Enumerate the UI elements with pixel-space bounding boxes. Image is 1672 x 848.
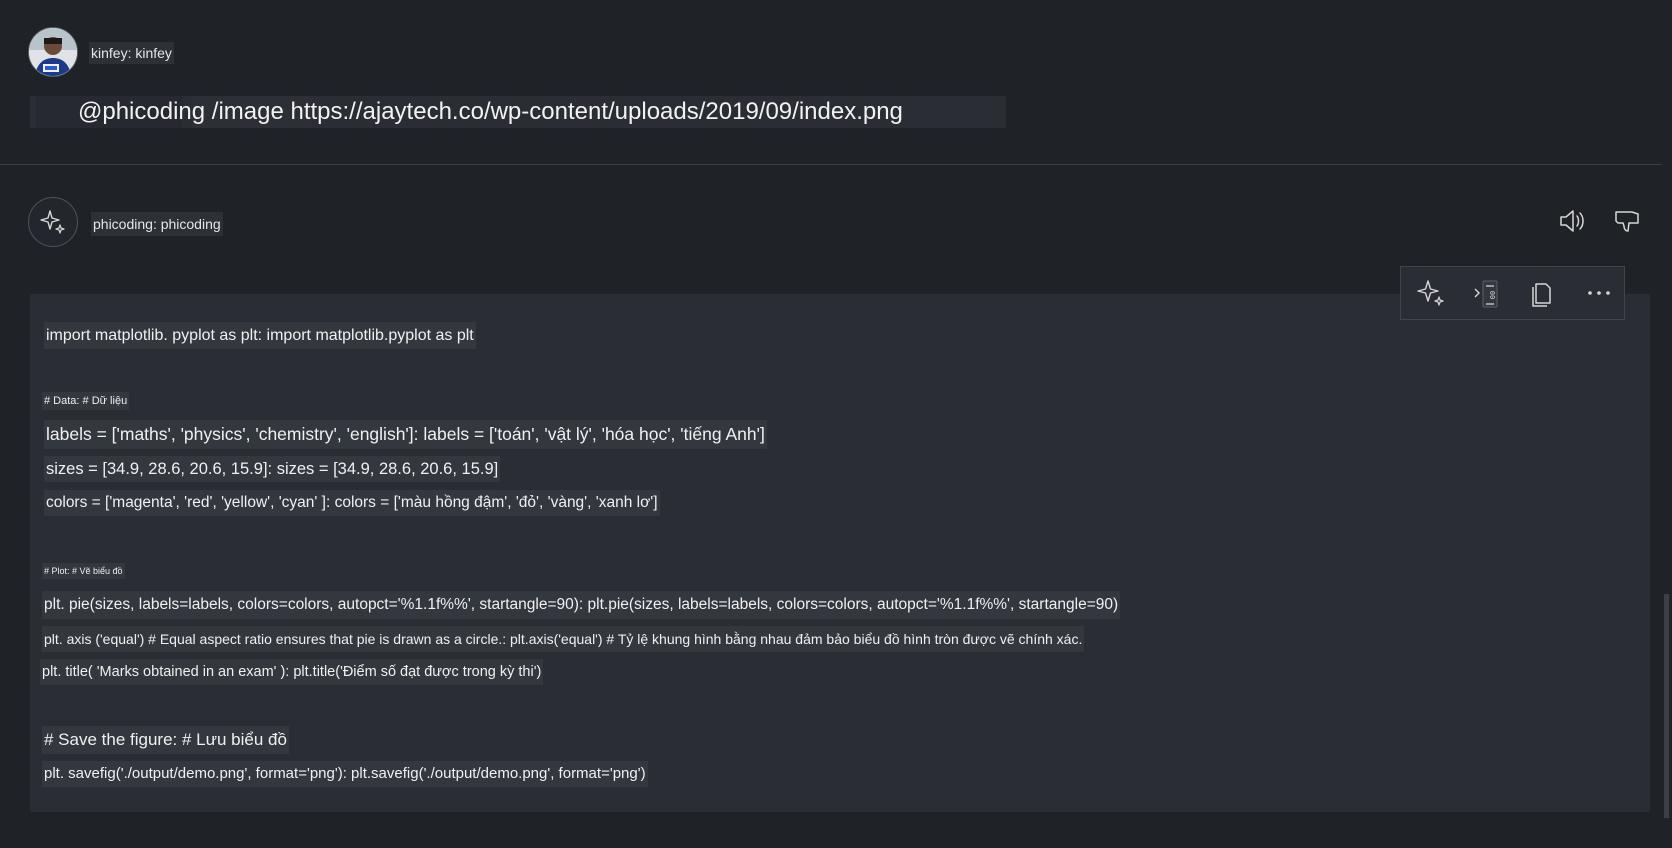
bot-avatar: [28, 197, 78, 247]
code-line-savefig: plt. savefig('./output/demo.png', format…: [42, 761, 648, 787]
insert-at-cursor-button[interactable]: 00: [1469, 275, 1505, 311]
user-prompt: @phicoding /image https://ajaytech.co/wp…: [30, 96, 1006, 128]
user-name: kinfey: kinfey: [89, 42, 174, 64]
bot-name: phicoding: phicoding: [91, 212, 223, 236]
code-line-import: import matplotlib. pyplot as plt: import…: [44, 322, 476, 349]
read-aloud-button[interactable]: [1555, 204, 1589, 238]
user-message: kinfey: kinfey @phicoding /image https:/…: [0, 0, 1672, 164]
code-comment-save: # Save the figure: # Lưu biểu đồ: [42, 726, 289, 754]
apply-button[interactable]: [1413, 275, 1449, 311]
thumbs-down-icon: [1615, 211, 1639, 232]
copy-button[interactable]: [1525, 275, 1561, 311]
speaker-icon: [1560, 210, 1584, 232]
user-avatar-image: [29, 28, 77, 76]
copy-icon: [1532, 283, 1551, 307]
svg-text:00: 00: [1488, 291, 1496, 299]
prompt-text: @phicoding /image https://ajaytech.co/wp…: [78, 98, 903, 125]
sparkle-icon: [40, 210, 65, 234]
code-comment-plot: # Plot: # Vẽ biểu đồ: [42, 563, 125, 579]
code-line-sizes: sizes = [34.9, 28.6, 20.6, 15.9]: sizes …: [44, 456, 501, 482]
message-divider: [0, 164, 1672, 165]
code-line-title: plt. title( 'Marks obtained in an exam' …: [40, 659, 544, 685]
more-button[interactable]: [1581, 275, 1617, 311]
scrollbar-thumb[interactable]: [1664, 594, 1669, 818]
code-line-labels: labels = ['maths', 'physics', 'chemistry…: [44, 420, 767, 449]
code-comment-data: # Data: # Dữ liệu: [42, 392, 130, 410]
dislike-button[interactable]: [1610, 204, 1644, 238]
more-icon: [1588, 291, 1610, 295]
code-line-pie: plt. pie(sizes, labels=labels, colors=co…: [42, 591, 1121, 619]
user-avatar[interactable]: [28, 27, 78, 77]
code-line-axis: plt. axis ('equal') # Equal aspect ratio…: [42, 626, 1085, 652]
code-toolbar: 00: [1400, 266, 1625, 320]
insert-at-cursor-icon: 00: [1474, 280, 1498, 308]
sparkle-icon: [1417, 280, 1444, 306]
code-line-colors: colors = ['magenta', 'red', 'yellow', 'c…: [44, 490, 660, 516]
